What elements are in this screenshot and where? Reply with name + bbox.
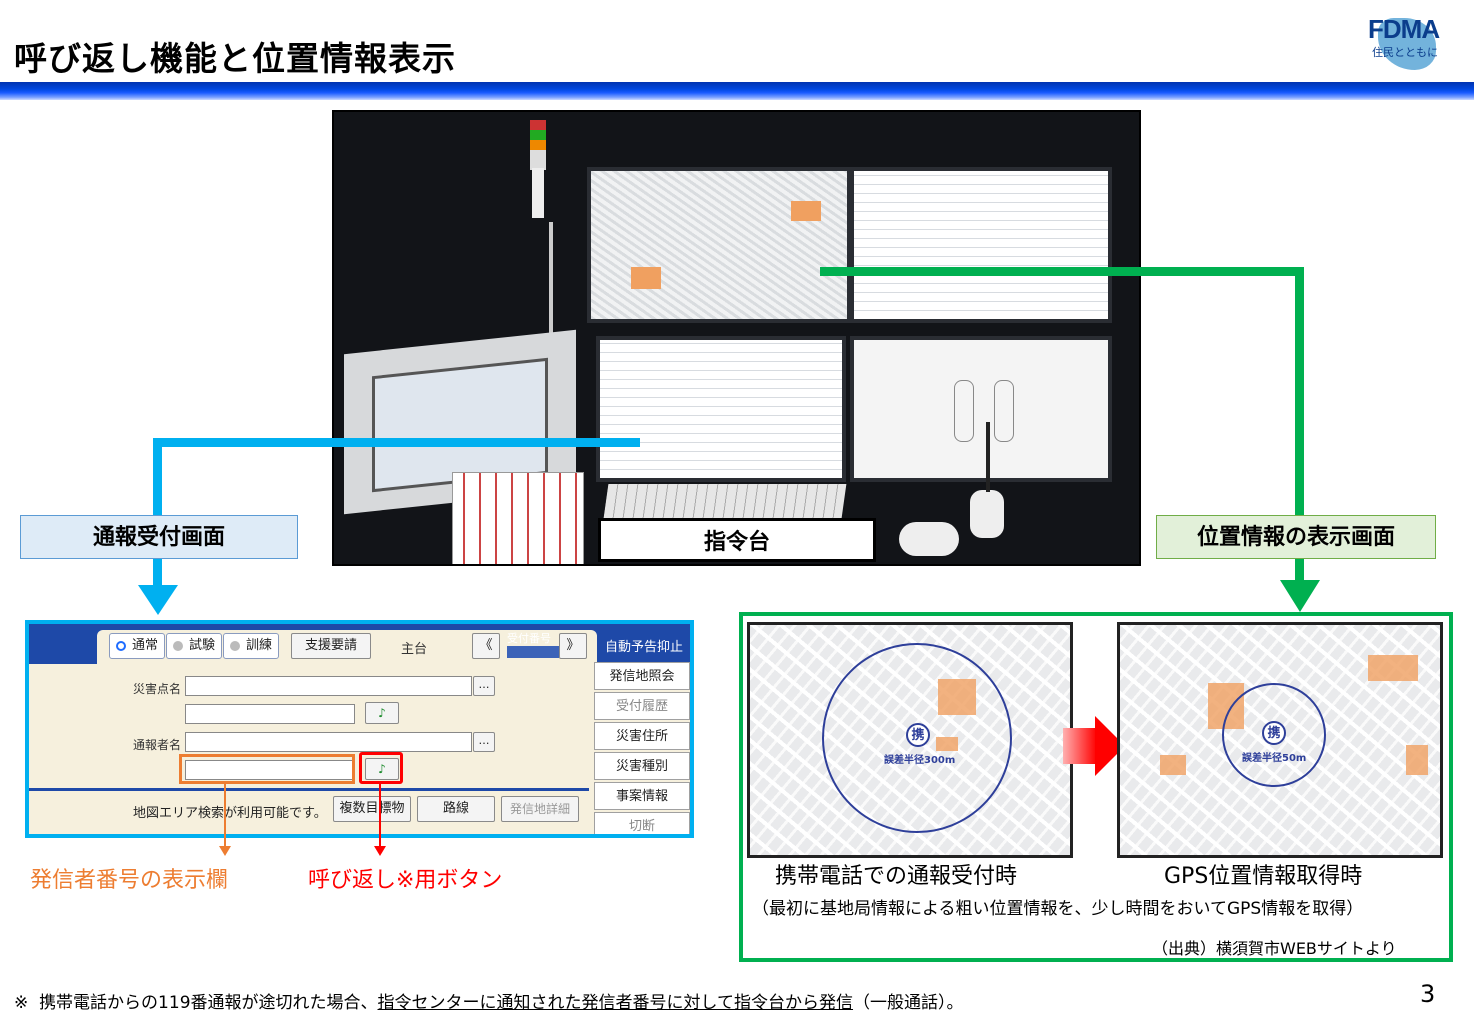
logo-text: FDMA [1368,14,1440,44]
footnote-mark: ※ [14,993,29,1013]
footnote-text-underlined: 指令センターに通知された発信者番号に対して指令台から発信 [377,993,854,1013]
receipt-number-label: 受付番号 [507,632,551,645]
label-location-screen: 位置情報の表示画面 [1156,515,1436,559]
caller-name-label: 通報者名 [133,738,182,752]
caller-name-input[interactable] [185,732,472,752]
radio-training[interactable]: 訓練 [223,633,280,659]
incident-place-label: 災害点名 [133,682,182,696]
callback-highlight [359,752,403,784]
logo-subtitle: 住民とともに [1372,46,1438,59]
side-origin-query-button[interactable]: 発信地照会 [594,662,690,690]
caption-callback-button: 呼び返し※用ボタン [308,868,503,893]
caption-base-station: 携帯電話での通報受付時 [775,864,1018,889]
support-request-button[interactable]: 支援要請 [291,633,371,659]
source-credit: （出典）横須賀市WEBサイトより [1152,939,1397,958]
next-button[interactable]: 》 [559,633,587,659]
receipt-number-value [507,646,559,658]
route-button[interactable]: 路線 [417,796,495,822]
incident-call-button[interactable]: ♪ [365,702,399,724]
side-address-button[interactable]: 災害住所 [594,722,690,750]
page-number: 3 [1420,980,1436,1008]
map-gps: 携 誤差半径50m [1117,622,1443,858]
main-console-label: 主台 [401,642,428,657]
side-type-button[interactable]: 災害種別 [594,752,690,780]
caption-caller-number: 発信者番号の表示欄 [30,868,229,893]
connector-right-horizontal [820,267,1304,276]
caption-gps: GPS位置情報取得時 [1164,864,1363,889]
gps-note: （最初に基地局情報による粗い位置情報を、少し時間をおいてGPS情報を取得） [752,899,1364,919]
label-reception-screen: 通報受付画面 [20,515,298,559]
incident-place-input[interactable] [185,676,472,696]
side-history-button[interactable]: 受付履歴 [594,692,690,720]
side-case-button[interactable]: 事案情報 [594,782,690,810]
footnote: ※ 携帯電話からの119番通報が途切れた場合、指令センターに通知された発信者番号… [14,988,964,1013]
connector-right-vertical [1295,267,1304,515]
footnote-text-1: 携帯電話からの119番通報が途切れた場合、 [39,993,378,1013]
radio-test[interactable]: 試験 [166,633,223,659]
arrow-down-left-icon [138,585,178,615]
error-radius-300: 誤差半径300m [884,755,956,766]
orange-pointer-line [224,782,226,848]
mobile-marker-icon: 携 [906,723,930,747]
header-bar [0,82,1474,100]
label-dispatch-console: 指令台 [598,518,876,562]
console-photo [332,110,1141,566]
incident-place-more-button[interactable]: … [473,676,495,696]
connector-left-vertical [153,438,162,516]
reception-ui-panel: 通常 試験 訓練 支援要請 主台 《 受付番号 》 自動予告抑止 災害点名 … … [25,620,694,838]
red-arrow-right-icon [1063,728,1097,764]
prev-button[interactable]: 《 [472,633,500,659]
connector-left-horizontal [153,438,640,447]
caller-number-highlight [179,754,355,784]
footnote-text-3: （一般通話）。 [853,993,964,1013]
red-pointer-line [379,782,381,848]
gps-marker-icon: 携 [1262,721,1286,745]
side-disconnect-button[interactable]: 切断 [594,812,690,834]
multi-landmark-button[interactable]: 複数目標物 [333,796,411,822]
radio-normal[interactable]: 通常 [109,633,166,659]
incident-phone-input[interactable] [185,704,355,724]
caller-name-more-button[interactable]: … [473,732,495,752]
orange-arrow-icon [219,846,231,856]
map-search-notice: 地図エリア検索が利用可能です。 [133,806,327,821]
red-arrow-icon [374,846,386,856]
arrow-down-right-icon [1280,580,1320,612]
page-title: 呼び返し機能と位置情報表示 [14,39,456,78]
error-radius-50: 誤差半径50m [1242,753,1307,764]
map-base-station: 携 誤差半径300m [747,622,1073,858]
auto-suppress-label: 自動予告抑止 [605,640,684,655]
origin-detail-button[interactable]: 発信地詳細 [501,796,579,822]
